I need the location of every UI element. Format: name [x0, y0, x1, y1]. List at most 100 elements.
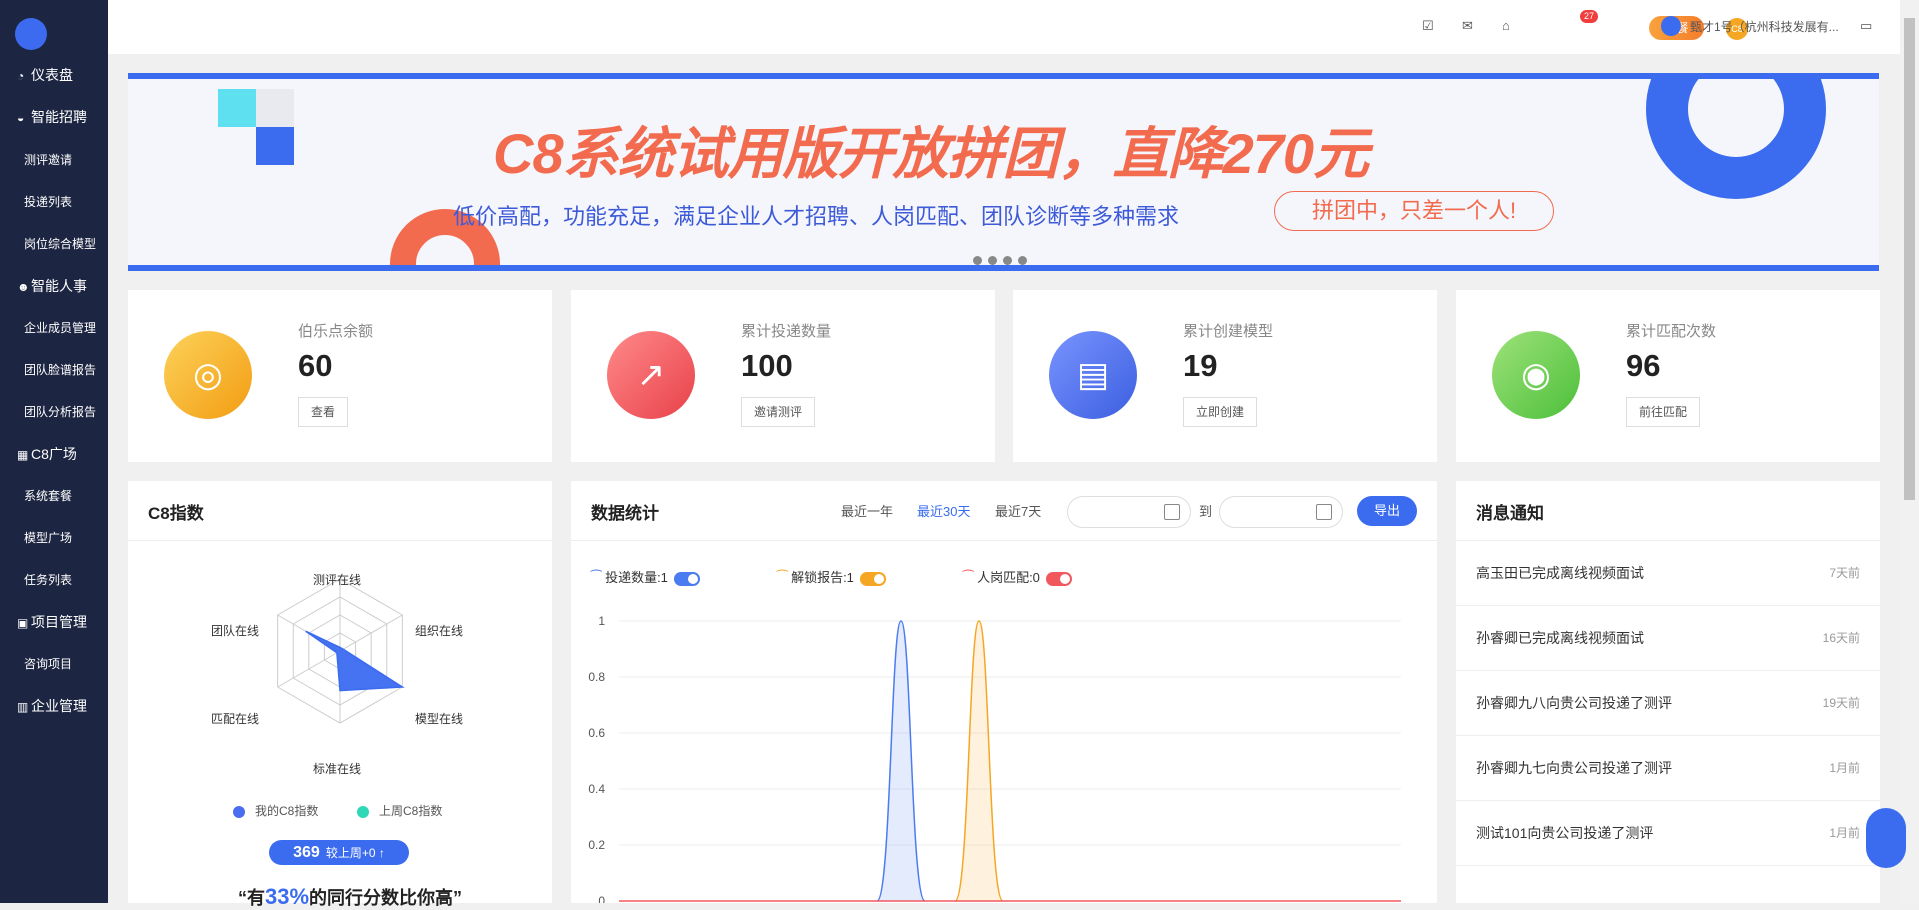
y-tick-label: 0.8: [588, 670, 605, 684]
list-item[interactable]: 测试101向贵公司投递了测评 1月前: [1456, 801, 1880, 866]
store-icon: ▦: [17, 448, 29, 462]
series-area-0: [877, 621, 925, 901]
sidebar-item-job-model[interactable]: 岗位综合模型: [0, 234, 108, 254]
message-text: 孙睿卿九七向贵公司投递了测评: [1476, 760, 1672, 776]
sidebar-item-c8-square[interactable]: ▦ C8广场: [0, 444, 108, 465]
carousel-dots[interactable]: [973, 252, 1033, 265]
sidebar-item-dashboard[interactable]: ◔ 仪表盘: [0, 65, 108, 86]
carousel-dot[interactable]: [1018, 256, 1027, 265]
stat-card-deliveries: ↗ 累计投递数量 100 邀请测评: [571, 290, 995, 462]
sidebar-item-model-square[interactable]: 模型广场: [0, 528, 108, 548]
export-button[interactable]: 导出: [1357, 496, 1417, 526]
series-switch[interactable]: [1045, 571, 1072, 586]
divider: [571, 540, 1437, 541]
range-year[interactable]: 最近一年: [841, 501, 893, 520]
decor-ring: [1646, 79, 1826, 199]
series-label: 解锁报告:1: [791, 570, 854, 585]
people-icon: ☻: [17, 280, 30, 294]
sidebar-item-hr[interactable]: ☻智能人事: [0, 276, 108, 297]
legend-mine: 我的C8指数: [233, 802, 318, 819]
stat-label: 累计创建模型: [1183, 323, 1274, 340]
sidebar-item-recruit[interactable]: ◒ 智能招聘: [0, 107, 108, 128]
target-icon: ◉: [1492, 331, 1580, 419]
list-item[interactable]: 孙睿卿已完成离线视频面试 16天前: [1456, 606, 1880, 671]
banner-subtitle: 低价高配，功能充足，满足企业人才招聘、人岗匹配、团队诊断等多种需求: [453, 204, 1180, 229]
sidebar-item-projects[interactable]: ▣ 项目管理: [0, 612, 108, 633]
sidebar-item-label: 仪表盘: [31, 67, 73, 83]
stat-value: 96: [1626, 348, 1661, 383]
message-time: 19天前: [1822, 696, 1860, 710]
decor-square: [256, 127, 294, 165]
calendar-check-icon[interactable]: ☑: [1422, 18, 1434, 34]
sidebar-item-label: 项目管理: [31, 614, 87, 630]
sidebar-item-label: C8广场: [31, 446, 77, 462]
stat-card-models: ▤ 累计创建模型 19 立即创建: [1013, 290, 1437, 462]
create-now-button[interactable]: 立即创建: [1183, 397, 1258, 427]
stat-card-matches: ◉ 累计匹配次数 96 前往匹配: [1456, 290, 1880, 462]
sidebar-item-label: 智能人事: [31, 278, 87, 294]
compare-text: 的同行分数比你高”: [309, 888, 463, 908]
carousel-dot[interactable]: [988, 256, 997, 265]
recruit-icon: ◒: [17, 111, 25, 125]
list-item[interactable]: 孙睿卿九八向贵公司投递了测评 19天前: [1456, 671, 1880, 736]
stat-value: 60: [298, 348, 333, 383]
radar-series-mine: [305, 630, 405, 692]
shop-icon[interactable]: ⌂: [1502, 18, 1510, 33]
y-tick-label: 0: [598, 894, 605, 903]
sidebar-item-packages[interactable]: 系统套餐: [0, 486, 108, 506]
start-date-input[interactable]: [1067, 496, 1191, 528]
y-tick-label: 0.4: [588, 782, 605, 796]
banner-title: C8系统试用版开放拼团，直降270元: [493, 122, 1369, 185]
series-toggle-delivery[interactable]: ⁀ 投递数量:1: [591, 567, 700, 586]
mail-icon[interactable]: ✉: [1462, 18, 1473, 34]
radar-label: 组织在线: [415, 624, 464, 638]
user-avatar-icon[interactable]: [1661, 16, 1681, 36]
sidebar-item-tasks[interactable]: 任务列表: [0, 570, 108, 590]
screen-icon[interactable]: ▭: [1860, 18, 1872, 34]
list-item[interactable]: 高玉田已完成离线视频面试 7天前: [1456, 541, 1880, 606]
range-30days[interactable]: 最近30天: [917, 501, 970, 520]
sidebar-item-team-analysis[interactable]: 团队分析报告: [0, 402, 108, 422]
banner-group-button[interactable]: 拼团中，只差一个人!: [1274, 191, 1554, 231]
message-time: 16天前: [1822, 631, 1860, 645]
radar-label: 团队在线: [211, 624, 260, 638]
building-icon: ▥: [17, 700, 29, 714]
calendar-icon: [1316, 504, 1332, 520]
sidebar-item-assessment-invite[interactable]: 测评邀请: [0, 150, 108, 170]
sidebar-item-team-face[interactable]: 团队脸谱报告: [0, 360, 108, 380]
scrollbar-thumb[interactable]: [1904, 18, 1915, 500]
end-date-input[interactable]: [1219, 496, 1343, 528]
carousel-dot[interactable]: [1003, 256, 1012, 265]
sidebar-item-consulting[interactable]: 咨询项目: [0, 654, 108, 674]
radar-label: 测评在线: [313, 573, 362, 587]
list-item[interactable]: 孙睿卿九七向贵公司投递了测评 1月前: [1456, 736, 1880, 801]
data-stats-panel: 数据统计 最近一年 最近30天 最近7天 到 导出 ⁀ 投递数量:1 ⁀ 解锁报…: [571, 481, 1437, 903]
sidebar-item-label: 岗位综合模型: [24, 237, 97, 251]
radar-label: 匹配在线: [211, 712, 260, 726]
chat-assistant-button[interactable]: [1866, 808, 1906, 868]
user-name[interactable]: 甄才1号（杭州科技发展有...: [1690, 18, 1839, 35]
decor-square: [218, 89, 256, 127]
y-tick-label: 1: [598, 614, 605, 628]
sidebar-item-delivery-list[interactable]: 投递列表: [0, 192, 108, 212]
series-toggle-unlock[interactable]: ⁀ 解锁报告:1: [777, 567, 886, 586]
range-7days[interactable]: 最近7天: [995, 501, 1041, 520]
invite-assessment-button[interactable]: 邀请测评: [741, 397, 816, 427]
view-button[interactable]: 查看: [298, 397, 349, 427]
series-switch[interactable]: [673, 571, 700, 586]
panel-title: 数据统计: [591, 504, 659, 523]
peer-compare: “有33%的同行分数比你高”: [238, 884, 462, 910]
go-match-button[interactable]: 前往匹配: [1626, 397, 1701, 427]
messages-panel: 消息通知 高玉田已完成离线视频面试 7天前 孙睿卿已完成离线视频面试 16天前 孙睿…: [1456, 481, 1880, 903]
sidebar-item-members[interactable]: 企业成员管理: [0, 318, 108, 338]
promo-banner[interactable]: C8系统试用版开放拼团，直降270元 低价高配，功能充足，满足企业人才招聘、人岗…: [128, 73, 1879, 271]
legend-label: 我的C8指数: [255, 804, 319, 818]
stat-label: 累计匹配次数: [1626, 323, 1717, 340]
stat-value: 100: [741, 348, 793, 383]
sidebar-item-enterprise[interactable]: ▥ 企业管理: [0, 696, 108, 717]
series-switch[interactable]: [859, 571, 886, 586]
logo-avatar[interactable]: [15, 18, 47, 50]
carousel-dot[interactable]: [973, 256, 982, 265]
message-text: 孙睿卿九八向贵公司投递了测评: [1476, 695, 1672, 711]
series-toggle-match[interactable]: ⁀ 人岗匹配:0: [963, 567, 1072, 586]
